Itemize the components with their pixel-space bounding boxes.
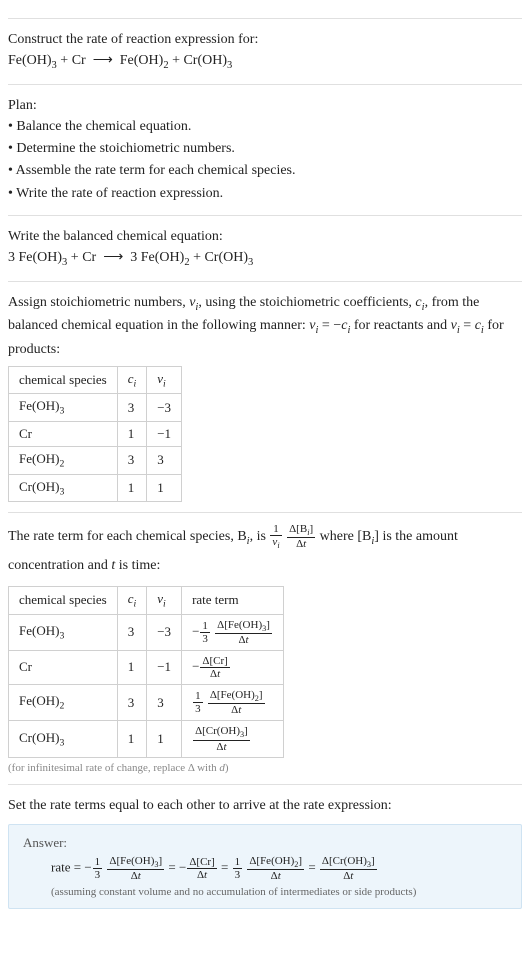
table-row: Cr(OH)3 1 1 Δ[Cr(OH)3]Δt bbox=[9, 721, 284, 757]
cell-ci: 1 bbox=[117, 474, 147, 502]
table-row: Fe(OH)3 3 −3 bbox=[9, 394, 182, 422]
stoich-table: chemical species ci νi Fe(OH)3 3 −3 Cr 1… bbox=[8, 366, 182, 502]
plan-label: Plan: bbox=[8, 95, 522, 116]
plan-item: • Determine the stoichiometric numbers. bbox=[8, 138, 522, 160]
rate-term-intro: The rate term for each chemical species,… bbox=[8, 523, 522, 580]
col-vi: νi bbox=[147, 586, 182, 614]
table-row: Fe(OH)2 3 3 bbox=[9, 446, 182, 474]
cell-ci: 1 bbox=[117, 421, 147, 446]
rate-term-table: chemical species ci νi rate term Fe(OH)3… bbox=[8, 586, 284, 758]
col-species: chemical species bbox=[9, 366, 118, 394]
header-section: Construct the rate of reaction expressio… bbox=[8, 18, 522, 74]
balanced-equation: 3 Fe(OH)3 + Cr ⟶ 3 Fe(OH)2 + Cr(OH)3 bbox=[8, 247, 522, 271]
cell-ci: 3 bbox=[117, 446, 147, 474]
col-ci: ci bbox=[117, 586, 147, 614]
col-ci: ci bbox=[117, 366, 147, 394]
cell-species: Cr bbox=[9, 421, 118, 446]
balanced-section: Write the balanced chemical equation: 3 … bbox=[8, 215, 522, 271]
stoich-intro: Assign stoichiometric numbers, νi, using… bbox=[8, 292, 522, 360]
rate-term-section: The rate term for each chemical species,… bbox=[8, 512, 522, 774]
answer-label: Answer: bbox=[23, 835, 507, 851]
plan-item: • Assemble the rate term for each chemic… bbox=[8, 160, 522, 182]
cell-vi: −1 bbox=[147, 650, 182, 684]
cell-vi: 1 bbox=[147, 474, 182, 502]
table-row: Cr 1 −1 bbox=[9, 421, 182, 446]
prompt-text: Construct the rate of reaction expressio… bbox=[8, 29, 522, 50]
cell-ci: 3 bbox=[117, 614, 147, 650]
cell-rate: −Δ[Cr]Δt bbox=[182, 650, 284, 684]
table-row: Cr 1 −1 −Δ[Cr]Δt bbox=[9, 650, 284, 684]
cell-species: Cr(OH)3 bbox=[9, 474, 118, 502]
cell-rate: 13 Δ[Fe(OH)2]Δt bbox=[182, 685, 284, 721]
plan-item: • Write the rate of reaction expression. bbox=[8, 183, 522, 205]
cell-vi: 1 bbox=[147, 721, 182, 757]
cell-vi: 3 bbox=[147, 685, 182, 721]
answer-box: Answer: rate = −13 Δ[Fe(OH)3]Δt = −Δ[Cr]… bbox=[8, 824, 522, 909]
rate-term-caption: (for infinitesimal rate of change, repla… bbox=[8, 762, 522, 774]
cell-species: Fe(OH)3 bbox=[9, 394, 118, 422]
stoich-section: Assign stoichiometric numbers, νi, using… bbox=[8, 281, 522, 502]
balanced-label: Write the balanced chemical equation: bbox=[8, 226, 522, 247]
cell-species: Cr(OH)3 bbox=[9, 721, 118, 757]
cell-vi: −3 bbox=[147, 394, 182, 422]
table-row: Fe(OH)3 3 −3 −13 Δ[Fe(OH)3]Δt bbox=[9, 614, 284, 650]
col-vi: νi bbox=[147, 366, 182, 394]
col-rate: rate term bbox=[182, 586, 284, 614]
cell-species: Fe(OH)3 bbox=[9, 614, 118, 650]
cell-species: Fe(OH)2 bbox=[9, 685, 118, 721]
cell-vi: 3 bbox=[147, 446, 182, 474]
cell-rate: −13 Δ[Fe(OH)3]Δt bbox=[182, 614, 284, 650]
unbalanced-equation: Fe(OH)3 + Cr ⟶ Fe(OH)2 + Cr(OH)3 bbox=[8, 50, 522, 74]
cell-ci: 3 bbox=[117, 394, 147, 422]
plan-section: Plan: • Balance the chemical equation. •… bbox=[8, 84, 522, 206]
cell-ci: 1 bbox=[117, 650, 147, 684]
final-section: Set the rate terms equal to each other t… bbox=[8, 784, 522, 909]
cell-rate: Δ[Cr(OH)3]Δt bbox=[182, 721, 284, 757]
cell-ci: 3 bbox=[117, 685, 147, 721]
cell-vi: −3 bbox=[147, 614, 182, 650]
cell-species: Fe(OH)2 bbox=[9, 446, 118, 474]
table-header-row: chemical species ci νi bbox=[9, 366, 182, 394]
table-row: Cr(OH)3 1 1 bbox=[9, 474, 182, 502]
table-row: Fe(OH)2 3 3 13 Δ[Fe(OH)2]Δt bbox=[9, 685, 284, 721]
plan-item: • Balance the chemical equation. bbox=[8, 116, 522, 138]
answer-equation: rate = −13 Δ[Fe(OH)3]Δt = −Δ[Cr]Δt = 13 … bbox=[51, 855, 507, 882]
final-intro: Set the rate terms equal to each other t… bbox=[8, 795, 522, 816]
col-species: chemical species bbox=[9, 586, 118, 614]
cell-vi: −1 bbox=[147, 421, 182, 446]
answer-note: (assuming constant volume and no accumul… bbox=[51, 886, 507, 898]
table-header-row: chemical species ci νi rate term bbox=[9, 586, 284, 614]
cell-species: Cr bbox=[9, 650, 118, 684]
cell-ci: 1 bbox=[117, 721, 147, 757]
